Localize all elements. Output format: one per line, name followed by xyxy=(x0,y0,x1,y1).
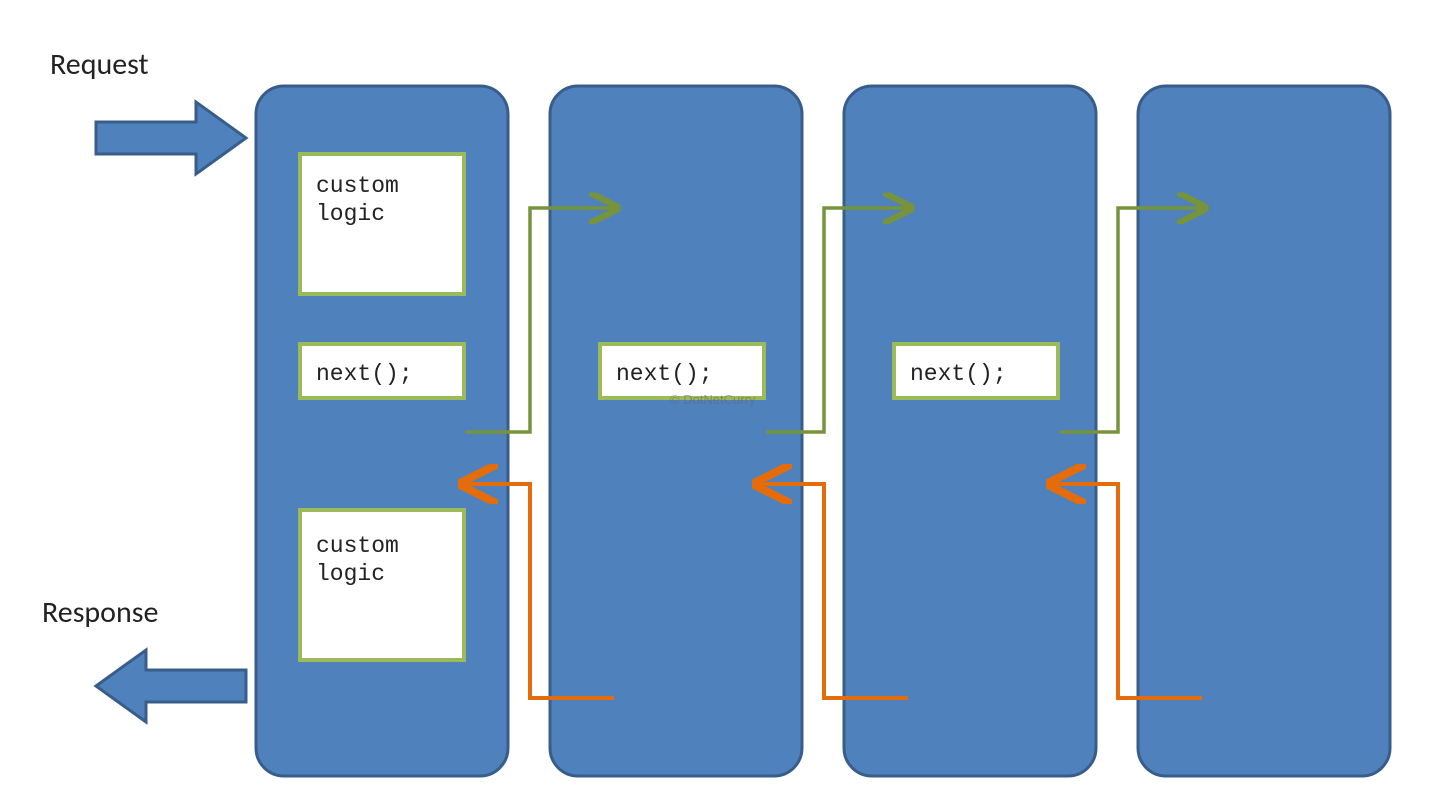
custom-logic-top-box: customlogic xyxy=(300,154,464,294)
watermark: © DotNetCurry xyxy=(670,392,756,407)
middleware-diagram: Request Response customlogic next(); cus… xyxy=(0,0,1454,810)
next-text-1: next(); xyxy=(316,361,413,387)
next-text-3: next(); xyxy=(910,361,1007,387)
next-box-2: next(); xyxy=(600,344,764,398)
next-text-2: next(); xyxy=(616,361,713,387)
response-label: Response xyxy=(42,594,158,631)
next-box-1: next(); xyxy=(300,344,464,398)
next-box-3: next(); xyxy=(894,344,1058,398)
custom-logic-bottom-box: customlogic xyxy=(300,510,464,660)
middleware-4 xyxy=(1138,86,1390,776)
request-label: Request xyxy=(50,46,149,83)
middleware-2: next(); xyxy=(550,86,802,776)
response-arrow xyxy=(96,650,246,722)
middleware-3: next(); xyxy=(844,86,1096,776)
request-arrow xyxy=(96,102,246,174)
